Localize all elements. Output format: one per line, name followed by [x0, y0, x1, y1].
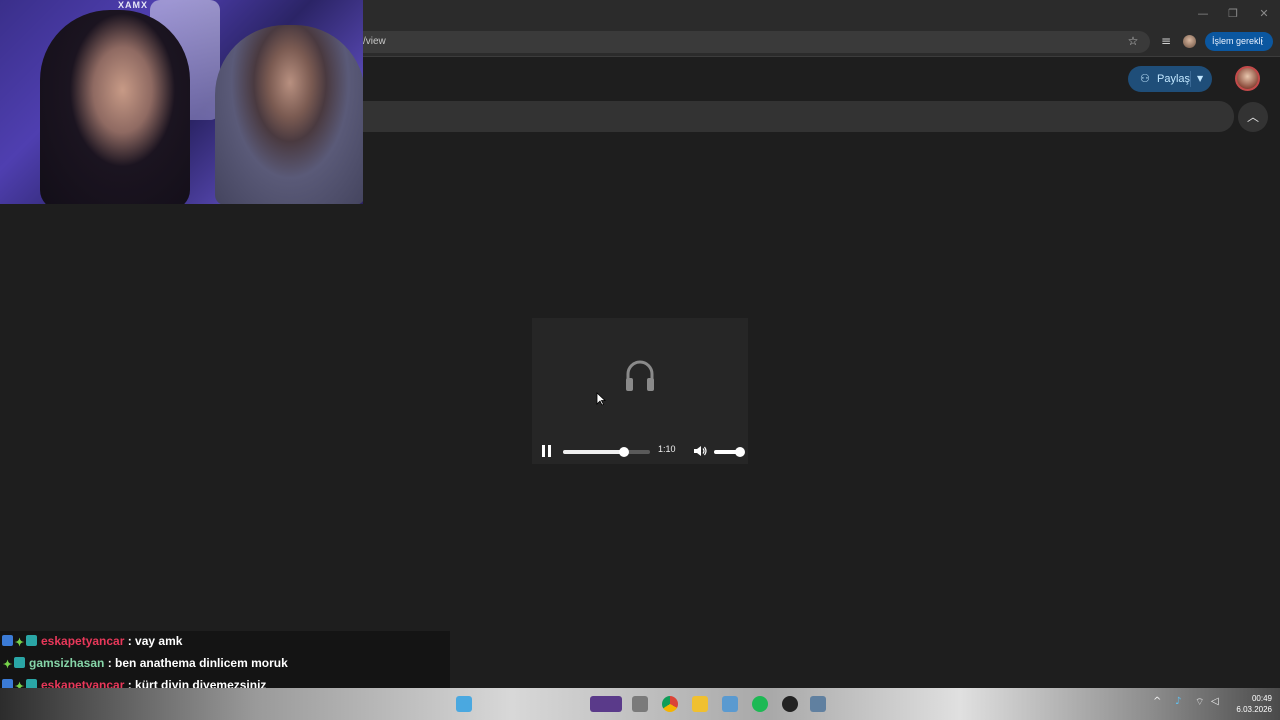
share-divider [1190, 71, 1191, 87]
chat-username[interactable]: gamsizhasan [29, 656, 104, 670]
obs-icon[interactable] [782, 696, 798, 712]
blue-badge-icon [2, 635, 13, 646]
chrome-icon[interactable] [662, 696, 678, 712]
chat-message: ✦ eskapetyancar : vay amk [2, 631, 182, 651]
mouse-cursor-icon [596, 392, 606, 406]
omnibox[interactable] [330, 31, 1150, 53]
teal-badge-icon [14, 657, 25, 668]
share-button[interactable]: ⚇ Paylaş ▼ [1128, 66, 1212, 92]
chat-text: : ben anathema dinlicem moruk [104, 656, 288, 670]
url-text[interactable]: /view [363, 36, 386, 47]
account-avatar[interactable] [1235, 66, 1260, 91]
volume-slider[interactable] [714, 447, 745, 457]
game-app-icon[interactable] [590, 696, 622, 712]
taskbar: ^ ♪ ⌔ ◁ [0, 688, 1280, 720]
spotify-icon[interactable] [752, 696, 768, 712]
profile-avatar-small[interactable] [1183, 35, 1196, 48]
app-icon[interactable] [722, 696, 738, 712]
restore-icon[interactable]: ❐ [1222, 6, 1244, 22]
files-icon[interactable] [692, 696, 708, 712]
media-control-icon[interactable]: ≡ [1159, 34, 1173, 48]
volume-icon[interactable] [693, 444, 707, 458]
green-badge-icon: ✦ [2, 659, 13, 671]
seek-progress [563, 450, 624, 454]
player-controls: 1:10 [532, 436, 748, 464]
teal-badge-icon [26, 635, 37, 646]
taskbar-clock[interactable]: 00:49 6.03.2026 [1228, 693, 1272, 715]
guest-person [215, 25, 363, 204]
chat-username[interactable]: eskapetyancar [41, 634, 124, 648]
minimize-icon[interactable]: — [1192, 6, 1214, 22]
mic-icon[interactable]: ♪ [1175, 696, 1181, 707]
chevron-down-icon[interactable]: ▼ [1197, 66, 1203, 92]
time-display: 1:10 [658, 444, 676, 454]
search-bar[interactable] [330, 101, 1234, 132]
audio-player: 1:10 [532, 318, 748, 464]
seek-slider[interactable] [563, 447, 650, 457]
folder-app-icon[interactable] [632, 696, 648, 712]
close-icon[interactable]: ✕ [1253, 6, 1275, 22]
more-vert-icon: ⋮ [1257, 36, 1267, 47]
action-required-label: İşlem gerekli [1212, 36, 1263, 46]
wifi-icon[interactable]: ⌔ [1195, 696, 1204, 709]
speaker-icon[interactable]: ◁ [1211, 696, 1219, 707]
seek-handle[interactable] [618, 447, 629, 457]
clock-time: 00:49 [1251, 694, 1272, 703]
people-icon: ⚇ [1140, 72, 1150, 85]
streamer-person [40, 10, 190, 204]
collapse-up-icon[interactable]: ︿ [1238, 102, 1268, 132]
volume-handle[interactable] [735, 447, 745, 457]
chair-logo: XAMX [118, 0, 149, 10]
action-required-button[interactable]: İşlem gerekli ⋮ [1205, 32, 1273, 51]
chat-message: ✦ gamsizhasan : ben anathema dinlicem mor… [2, 653, 288, 673]
file-explorer-icon[interactable] [456, 696, 472, 712]
clock-date: 6.03.2026 [1236, 705, 1272, 714]
chat-text: : vay amk [124, 634, 183, 648]
webcam-overlay: XAMX [0, 0, 363, 204]
headphones-icon [626, 360, 654, 391]
bookmark-star-icon[interactable]: ☆ [1126, 34, 1140, 48]
tray-chevron-icon[interactable]: ^ [1153, 696, 1161, 707]
share-label: Paylaş [1157, 73, 1191, 85]
settings-gear-icon[interactable] [810, 696, 826, 712]
green-badge-icon: ✦ [14, 637, 25, 649]
pause-icon[interactable] [542, 445, 552, 457]
